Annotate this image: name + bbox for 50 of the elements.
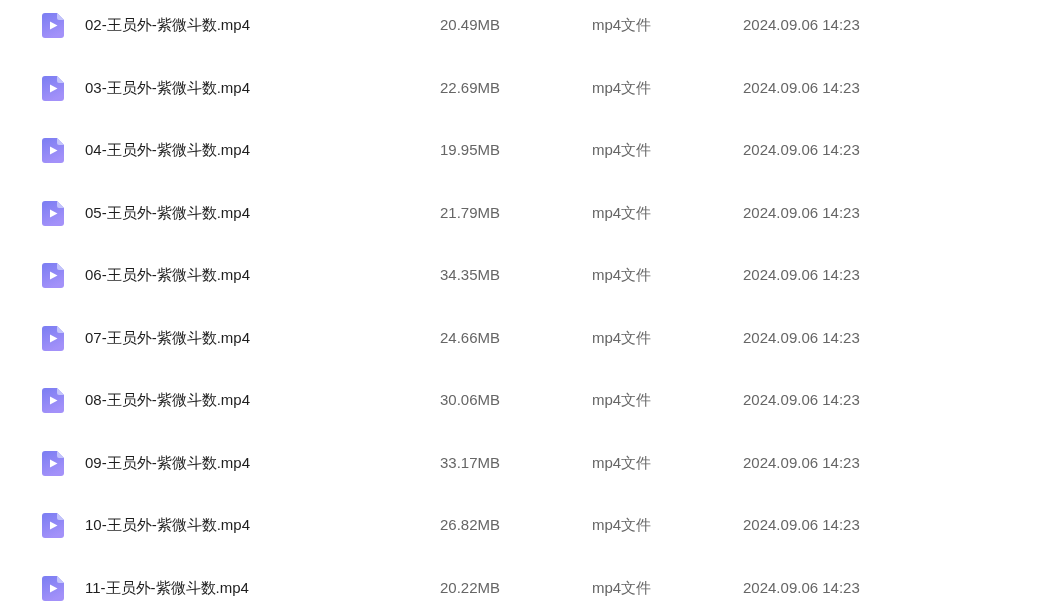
file-type: mp4文件 [592, 515, 653, 535]
file-type: mp4文件 [592, 452, 653, 473]
file-type: mp4文件 [592, 77, 653, 98]
file-type: mp4文件 [592, 265, 653, 285]
file-name[interactable]: 03-王员外-紫微斗数.mp4 [85, 77, 440, 98]
video-file-icon [42, 575, 64, 601]
file-name[interactable]: 05-王员外-紫微斗数.mp4 [85, 202, 440, 223]
file-size: 21.79MB [440, 202, 502, 223]
modified-time: 2024.09.06 14:23 [743, 327, 861, 348]
file-name[interactable]: 08-王员外-紫微斗数.mp4 [85, 390, 440, 410]
file-size: 34.35MB [440, 265, 502, 285]
file-type: mp4文件 [592, 140, 653, 160]
modified-time: 2024.09.06 14:23 [743, 577, 861, 598]
video-file-icon [42, 138, 64, 163]
video-file-icon [42, 263, 64, 288]
video-file-icon [42, 200, 64, 226]
file-size: 20.49MB [440, 15, 502, 35]
file-name[interactable]: 02-王员外-紫微斗数.mp4 [85, 15, 440, 35]
file-type: mp4文件 [592, 577, 653, 598]
modified-time: 2024.09.06 14:23 [743, 515, 861, 535]
file-name[interactable]: 09-王员外-紫微斗数.mp4 [85, 452, 440, 473]
file-type: mp4文件 [592, 202, 653, 223]
file-name[interactable]: 10-王员外-紫微斗数.mp4 [85, 515, 440, 535]
file-size: 30.06MB [440, 390, 502, 410]
modified-time: 2024.09.06 14:23 [743, 140, 861, 160]
file-size: 19.95MB [440, 140, 502, 160]
video-file-icon [42, 388, 64, 413]
modified-time: 2024.09.06 14:23 [743, 77, 861, 98]
file-name[interactable]: 06-王员外-紫微斗数.mp4 [85, 265, 440, 285]
video-file-icon [42, 75, 64, 101]
video-file-icon [42, 450, 64, 476]
video-file-icon [42, 13, 64, 38]
modified-time: 2024.09.06 14:23 [743, 202, 861, 223]
file-size: 33.17MB [440, 452, 502, 473]
modified-time: 2024.09.06 14:23 [743, 390, 861, 410]
video-file-icon [42, 325, 64, 351]
file-name[interactable]: 07-王员外-紫微斗数.mp4 [85, 327, 440, 348]
modified-time: 2024.09.06 14:23 [743, 452, 861, 473]
file-name[interactable]: 11-王员外-紫微斗数.mp4 [85, 577, 440, 598]
modified-time: 2024.09.06 14:23 [743, 15, 861, 35]
file-name[interactable]: 04-王员外-紫微斗数.mp4 [85, 140, 440, 160]
file-size: 22.69MB [440, 77, 502, 98]
file-type: mp4文件 [592, 15, 653, 35]
modified-time: 2024.09.06 14:23 [743, 265, 861, 285]
file-size: 20.22MB [440, 577, 502, 598]
video-file-icon [42, 513, 64, 538]
file-size: 26.82MB [440, 515, 502, 535]
file-type: mp4文件 [592, 390, 653, 410]
file-size: 24.66MB [440, 327, 502, 348]
file-type: mp4文件 [592, 327, 653, 348]
